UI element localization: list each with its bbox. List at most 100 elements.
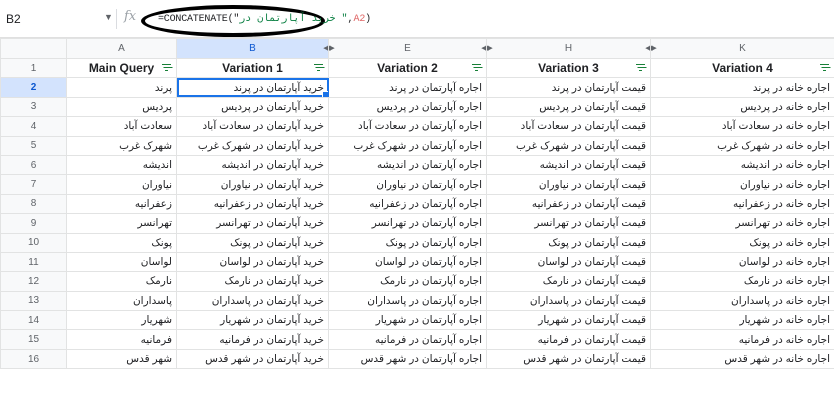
cell-e8[interactable]: اجاره آپارتمان در زعفرانیه: [328, 193, 487, 215]
cell-b4[interactable]: خرید آپارتمان در سعادت آباد: [176, 116, 329, 137]
cell-e4[interactable]: اجاره آپارتمان در سعادت آباد: [328, 116, 487, 137]
column-header-e[interactable]: ◀▶E◀▶: [328, 38, 487, 59]
cell-k8[interactable]: اجاره خانه در زعفرانیه: [650, 193, 834, 215]
row-number[interactable]: 8: [0, 193, 67, 215]
row-number[interactable]: 12: [0, 271, 67, 292]
column-header-b[interactable]: B◀▶: [176, 38, 329, 59]
cell-a16[interactable]: شهر قدس: [66, 348, 177, 370]
cell-k14[interactable]: اجاره خانه در شهریار: [650, 310, 834, 331]
cell-b9[interactable]: خرید آپارتمان در تهرانسر: [176, 213, 329, 234]
column-header-h[interactable]: ◀▶H◀▶: [486, 38, 651, 59]
chevron-down-icon[interactable]: ▼: [104, 12, 113, 22]
column-expand-icon[interactable]: ◀▶: [330, 44, 335, 52]
cell-h12[interactable]: قیمت آپارتمان در نارمک: [486, 271, 651, 292]
cell-k11[interactable]: اجاره خانه در لواسان: [650, 251, 834, 273]
select-all-corner[interactable]: [0, 38, 67, 59]
cell-b11[interactable]: خرید آپارتمان در لواسان: [176, 251, 329, 273]
cell-h5[interactable]: قیمت آپارتمان در شهرک غرب: [486, 135, 651, 156]
cell-k2[interactable]: اجاره خانه در پرند: [650, 77, 834, 98]
row-number[interactable]: 6: [0, 154, 67, 176]
header-cell[interactable]: Variation 3: [486, 57, 651, 79]
row-number[interactable]: 13: [0, 290, 67, 312]
cell-a3[interactable]: پردیس: [66, 96, 177, 118]
cell-e15[interactable]: اجاره آپارتمان در فرمانیه: [328, 329, 487, 350]
column-expand-icon[interactable]: ◀▶: [488, 44, 493, 52]
cell-h3[interactable]: قیمت آپارتمان در پردیس: [486, 96, 651, 118]
cell-h4[interactable]: قیمت آپارتمان در سعادت آباد: [486, 116, 651, 137]
formula-input[interactable]: =CONCATENATE("خرید آپارتمان در ",A2): [158, 13, 371, 25]
header-cell[interactable]: Variation 1: [176, 57, 329, 79]
cell-b3[interactable]: خرید آپارتمان در پردیس: [176, 96, 329, 118]
name-box[interactable]: B2: [6, 10, 98, 28]
row-number[interactable]: 3: [0, 96, 67, 118]
cell-e7[interactable]: اجاره آپارتمان در نیاوران: [328, 174, 487, 195]
cell-e9[interactable]: اجاره آپارتمان در تهرانسر: [328, 213, 487, 234]
cell-a8[interactable]: زعفرانیه: [66, 193, 177, 215]
cell-k6[interactable]: اجاره خانه در اندیشه: [650, 154, 834, 176]
cell-e10[interactable]: اجاره آپارتمان در پونک: [328, 232, 487, 253]
row-number[interactable]: 4: [0, 116, 67, 137]
filter-icon[interactable]: [820, 64, 829, 72]
cell-b7[interactable]: خرید آپارتمان در نیاوران: [176, 174, 329, 195]
cell-b14[interactable]: خرید آپارتمان در شهریار: [176, 310, 329, 331]
cell-k15[interactable]: اجاره خانه در فرمانیه: [650, 329, 834, 350]
header-cell[interactable]: Variation 2: [328, 57, 487, 79]
cell-k7[interactable]: اجاره خانه در نیاوران: [650, 174, 834, 195]
cell-a10[interactable]: پونک: [66, 232, 177, 253]
cell-h7[interactable]: قیمت آپارتمان در نیاوران: [486, 174, 651, 195]
cell-a7[interactable]: نیاوران: [66, 174, 177, 195]
cell-e16[interactable]: اجاره آپارتمان در شهر قدس: [328, 348, 487, 370]
cell-k5[interactable]: اجاره خانه در شهرک غرب: [650, 135, 834, 156]
cell-e6[interactable]: اجاره آپارتمان در اندیشه: [328, 154, 487, 176]
row-number[interactable]: 11: [0, 251, 67, 273]
row-number[interactable]: 7: [0, 174, 67, 195]
cell-b10[interactable]: خرید آپارتمان در پونک: [176, 232, 329, 253]
row-number[interactable]: 14: [0, 310, 67, 331]
cell-a14[interactable]: شهریار: [66, 310, 177, 331]
cell-a2[interactable]: پرند: [66, 77, 177, 98]
cell-h2[interactable]: قیمت آپارتمان در پرند: [486, 77, 651, 98]
cell-a11[interactable]: لواسان: [66, 251, 177, 273]
header-cell[interactable]: Variation 4: [650, 57, 834, 79]
cell-a13[interactable]: پاسداران: [66, 290, 177, 312]
cell-h6[interactable]: قیمت آپارتمان در اندیشه: [486, 154, 651, 176]
row-number[interactable]: 5: [0, 135, 67, 156]
cell-a4[interactable]: سعادت آباد: [66, 116, 177, 137]
cell-e12[interactable]: اجاره آپارتمان در نارمک: [328, 271, 487, 292]
cell-h9[interactable]: قیمت آپارتمان در تهرانسر: [486, 213, 651, 234]
cell-a9[interactable]: تهرانسر: [66, 213, 177, 234]
cell-h10[interactable]: قیمت آپارتمان در پونک: [486, 232, 651, 253]
header-cell[interactable]: Main Query: [66, 57, 177, 79]
cell-e3[interactable]: اجاره آپارتمان در پردیس: [328, 96, 487, 118]
cell-h8[interactable]: قیمت آپارتمان در زعفرانیه: [486, 193, 651, 215]
row-number[interactable]: 15: [0, 329, 67, 350]
cell-e2[interactable]: اجاره آپارتمان در پرند: [328, 77, 487, 98]
row-number[interactable]: 1: [0, 57, 67, 79]
cell-b15[interactable]: خرید آپارتمان در فرمانیه: [176, 329, 329, 350]
cell-e11[interactable]: اجاره آپارتمان در لواسان: [328, 251, 487, 273]
column-expand-icon[interactable]: ◀▶: [652, 44, 657, 52]
column-header-k[interactable]: ◀▶ K: [650, 38, 834, 59]
cell-k10[interactable]: اجاره خانه در پونک: [650, 232, 834, 253]
cell-k13[interactable]: اجاره خانه در پاسداران: [650, 290, 834, 312]
cell-a15[interactable]: فرمانیه: [66, 329, 177, 350]
column-header-a[interactable]: A: [66, 38, 177, 59]
cell-e13[interactable]: اجاره آپارتمان در پاسداران: [328, 290, 487, 312]
cell-h13[interactable]: قیمت آپارتمان در پاسداران: [486, 290, 651, 312]
row-number[interactable]: 10: [0, 232, 67, 253]
cell-h16[interactable]: قیمت آپارتمان در شهر قدس: [486, 348, 651, 370]
cell-b16[interactable]: خرید آپارتمان در شهر قدس: [176, 348, 329, 370]
filter-icon[interactable]: [472, 64, 481, 72]
filter-icon[interactable]: [314, 64, 323, 72]
cell-k12[interactable]: اجاره خانه در نارمک: [650, 271, 834, 292]
filter-icon[interactable]: [162, 64, 171, 72]
cell-k16[interactable]: اجاره خانه در شهر قدس: [650, 348, 834, 370]
cell-b6[interactable]: خرید آپارتمان در اندیشه: [176, 154, 329, 176]
cell-a6[interactable]: اندیشه: [66, 154, 177, 176]
cell-b5[interactable]: خرید آپارتمان در شهرک غرب: [176, 135, 329, 156]
row-number[interactable]: 2: [0, 77, 67, 98]
cell-e14[interactable]: اجاره آپارتمان در شهریار: [328, 310, 487, 331]
filter-icon[interactable]: [636, 64, 645, 72]
row-number[interactable]: 9: [0, 213, 67, 234]
cell-k3[interactable]: اجاره خانه در پردیس: [650, 96, 834, 118]
